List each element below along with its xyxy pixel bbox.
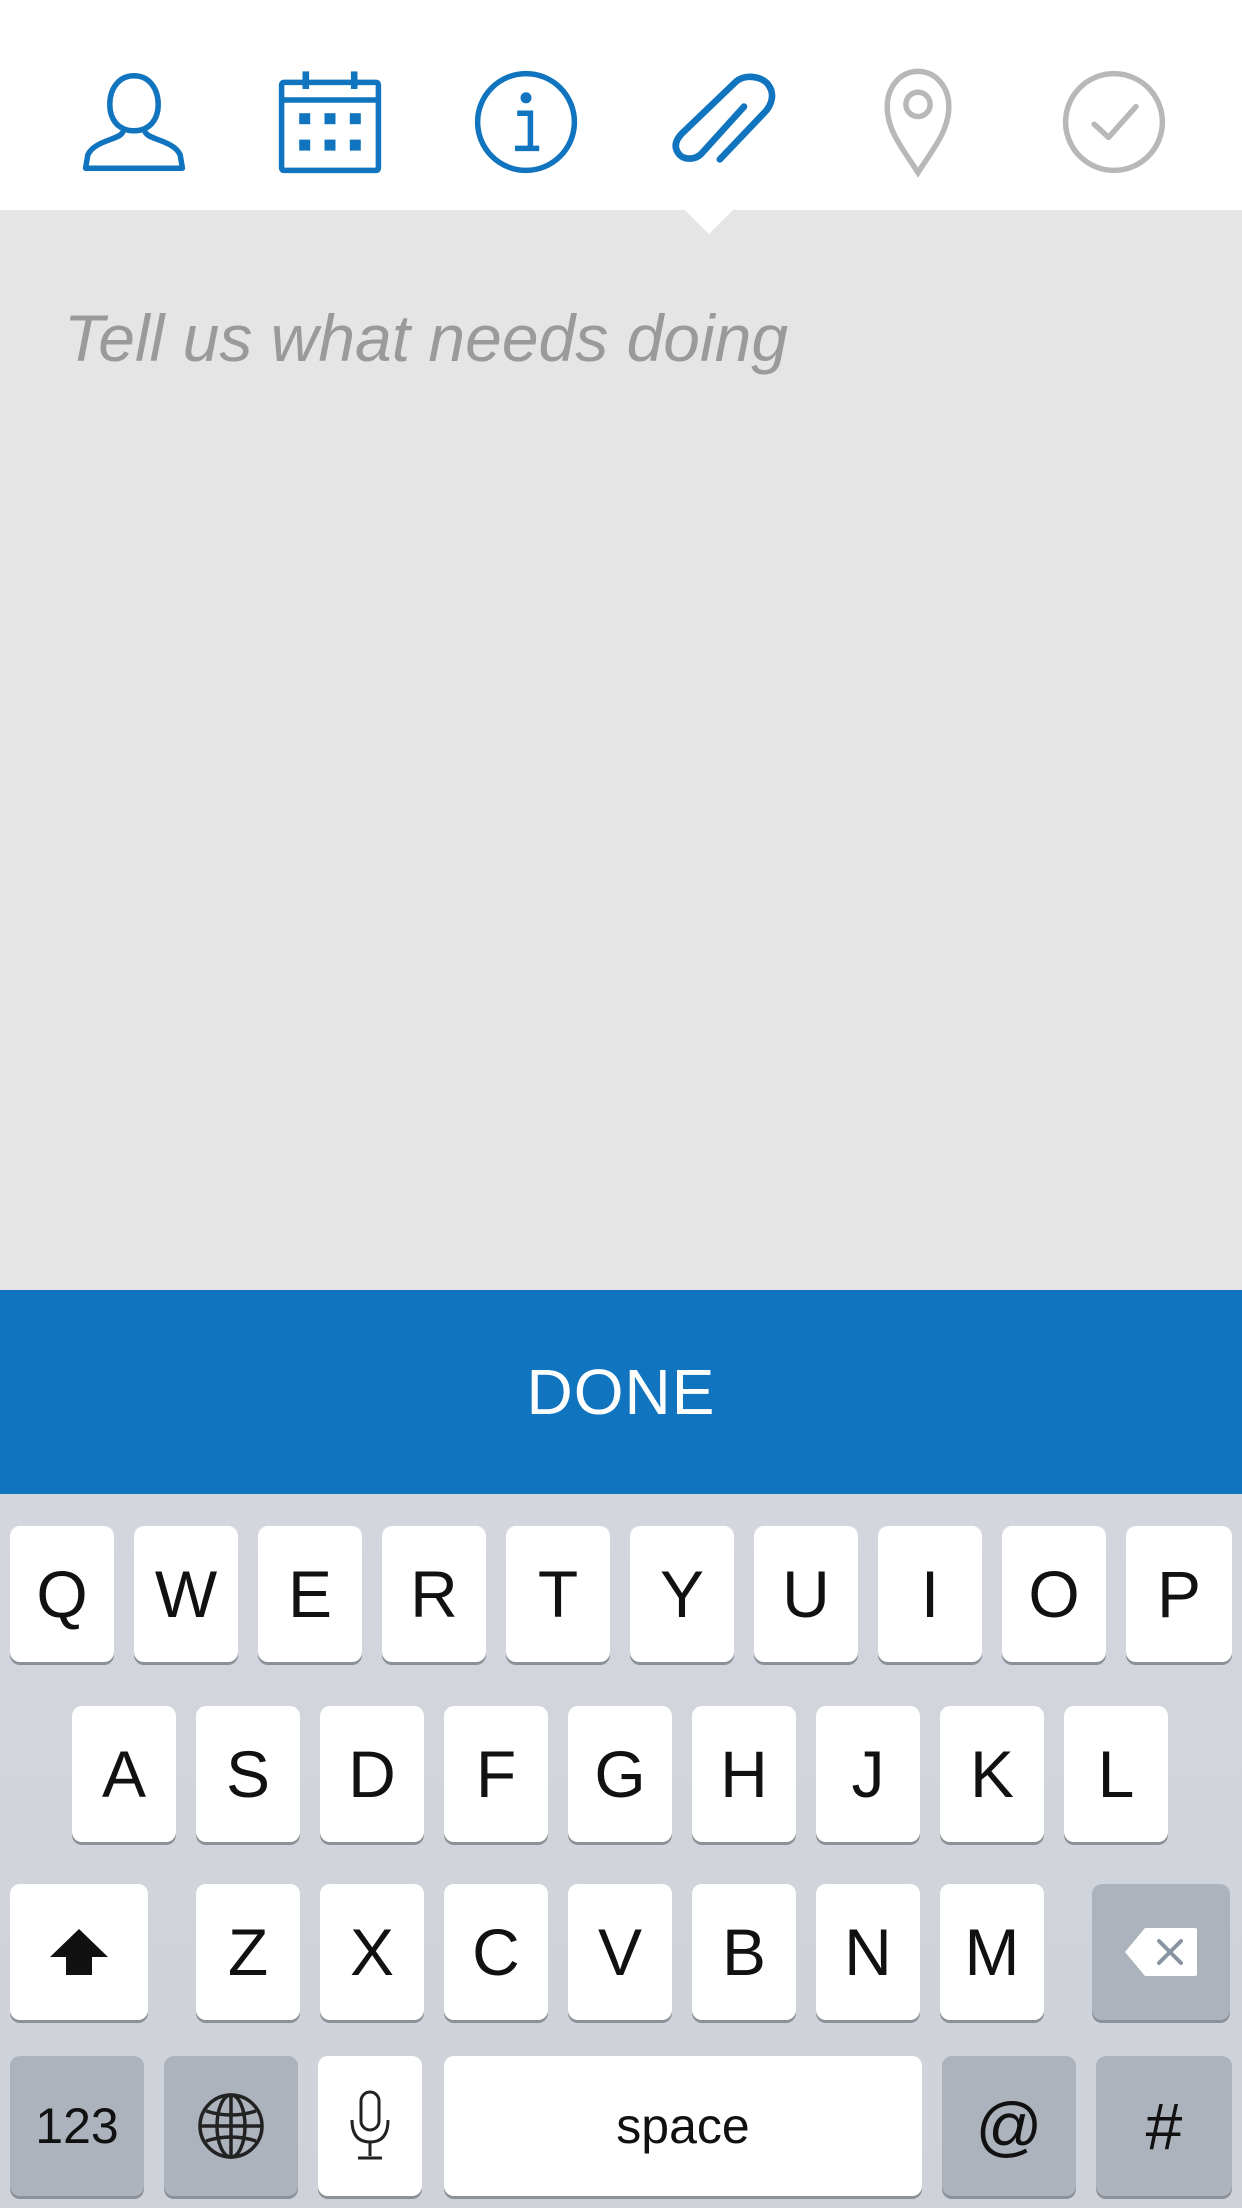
globe-key[interactable] xyxy=(164,2056,298,2196)
backspace-icon xyxy=(1125,1928,1197,1976)
key-i[interactable]: I xyxy=(878,1526,982,1662)
shift-key[interactable] xyxy=(10,1884,148,2020)
key-q[interactable]: Q xyxy=(10,1526,114,1662)
shift-arrow-icon xyxy=(50,1929,108,1975)
key-j[interactable]: J xyxy=(816,1706,920,1842)
key-e[interactable]: E xyxy=(258,1526,362,1662)
key-f[interactable]: F xyxy=(444,1706,548,1842)
delete-key[interactable] xyxy=(1092,1884,1230,2020)
key-x[interactable]: X xyxy=(320,1884,424,2020)
numbers-key[interactable]: 123 xyxy=(10,2056,144,2196)
key-l[interactable]: L xyxy=(1064,1706,1168,1842)
active-step-pointer xyxy=(683,208,735,234)
done-button[interactable]: DONE xyxy=(0,1290,1242,1494)
info-icon xyxy=(474,70,578,174)
space-key[interactable]: space xyxy=(444,2056,922,2196)
task-description-area xyxy=(0,210,1242,1290)
checkmark-circle-icon xyxy=(1062,70,1166,174)
confirm-step-button[interactable] xyxy=(1054,62,1174,182)
task-description-input[interactable] xyxy=(64,300,1184,1240)
key-o[interactable]: O xyxy=(1002,1526,1106,1662)
numbers-key-label: 123 xyxy=(35,2098,119,2154)
location-pin-icon xyxy=(884,68,952,178)
attachment-step-button[interactable] xyxy=(662,62,782,182)
key-r[interactable]: R xyxy=(382,1526,486,1662)
key-d[interactable]: D xyxy=(320,1706,424,1842)
globe-icon xyxy=(198,2093,264,2159)
key-z[interactable]: Z xyxy=(196,1884,300,2020)
key-y[interactable]: Y xyxy=(630,1526,734,1662)
at-key[interactable]: @ xyxy=(942,2056,1076,2196)
key-w[interactable]: W xyxy=(134,1526,238,1662)
key-t[interactable]: T xyxy=(506,1526,610,1662)
key-v[interactable]: V xyxy=(568,1884,672,2020)
contact-step-button[interactable] xyxy=(74,62,194,182)
key-s[interactable]: S xyxy=(196,1706,300,1842)
schedule-step-button[interactable] xyxy=(270,62,390,182)
key-u[interactable]: U xyxy=(754,1526,858,1662)
key-g[interactable]: G xyxy=(568,1706,672,1842)
key-c[interactable]: C xyxy=(444,1884,548,2020)
dictation-key[interactable] xyxy=(318,2056,422,2196)
key-b[interactable]: B xyxy=(692,1884,796,2020)
key-m[interactable]: M xyxy=(940,1884,1044,2020)
calendar-icon xyxy=(278,71,382,174)
location-step-button[interactable] xyxy=(858,62,978,182)
person-icon xyxy=(82,73,186,171)
key-p[interactable]: P xyxy=(1126,1526,1232,1662)
key-a[interactable]: A xyxy=(72,1706,176,1842)
key-h[interactable]: H xyxy=(692,1706,796,1842)
paperclip-icon xyxy=(672,73,776,163)
key-k[interactable]: K xyxy=(940,1706,1044,1842)
hash-key[interactable]: # xyxy=(1096,2056,1232,2196)
keyboard: Q W E R T Y U I O P A S D F G H J K L Z … xyxy=(0,1494,1242,2208)
space-key-label: space xyxy=(616,2098,750,2154)
step-toolbar xyxy=(0,0,1242,210)
key-n[interactable]: N xyxy=(816,1884,920,2020)
details-step-button[interactable] xyxy=(466,62,586,182)
microphone-icon xyxy=(350,2090,390,2160)
